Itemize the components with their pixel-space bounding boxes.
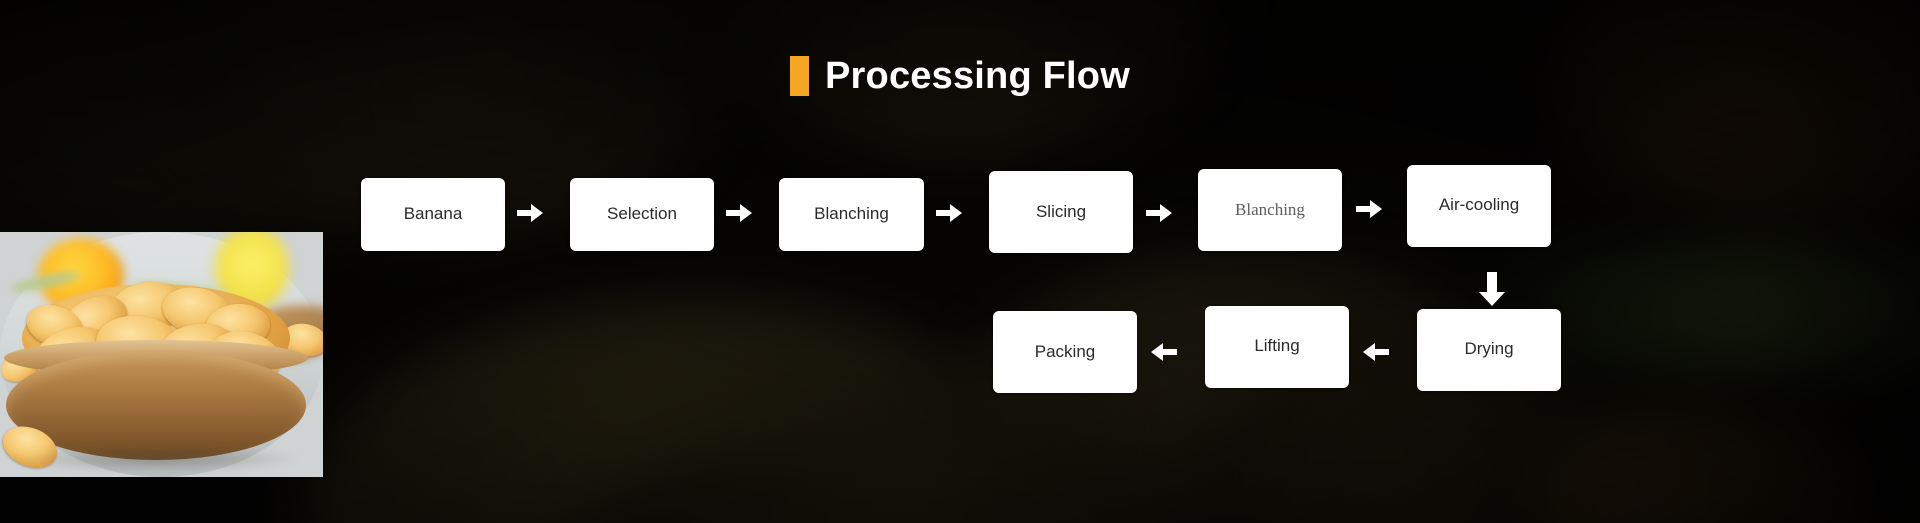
arrow-right-icon (1146, 204, 1172, 222)
flow-step-drying[interactable]: Drying (1417, 308, 1561, 391)
arrow-right-icon (1356, 200, 1382, 218)
flow-step-label: Air-cooling (1438, 195, 1520, 215)
arrow-left-icon (1151, 343, 1177, 361)
flow-step-air-cooling[interactable]: Air-cooling (1407, 164, 1551, 247)
flow-step-label: Blanching (1235, 199, 1305, 219)
arrow-down-icon (1479, 272, 1505, 306)
flow-step-packing[interactable]: Packing (993, 311, 1137, 393)
flow-step-banana[interactable]: Banana (361, 178, 505, 251)
process-flow-row-top: Banana Selection Blanching Slicing Blanc… (361, 164, 1551, 253)
flow-step-slicing[interactable]: Slicing (989, 171, 1133, 253)
photo-bowl-shadow (14, 446, 300, 472)
process-flow-row-bottom: Packing Lifting Drying (993, 305, 1561, 393)
page-title: Processing Flow (825, 55, 1130, 97)
arrow-right-icon (726, 204, 752, 222)
heading-accent-bar (790, 56, 810, 96)
flow-step-label: Lifting (1254, 336, 1300, 356)
flow-step-lifting[interactable]: Lifting (1205, 305, 1349, 388)
arrow-left-icon (1363, 343, 1389, 361)
flow-step-label: Selection (607, 204, 677, 224)
arrow-right-icon (936, 204, 962, 222)
flow-step-label: Packing (1034, 341, 1096, 361)
flow-step-label: Banana (403, 204, 463, 224)
flow-step-label: Blanching (814, 204, 889, 224)
flow-step-label: Drying (1464, 339, 1514, 359)
flow-step-label: Slicing (1035, 201, 1087, 221)
flow-step-selection[interactable]: Selection (570, 178, 714, 251)
flow-step-blanching-2[interactable]: Blanching (1198, 169, 1342, 251)
section-heading: Processing Flow (0, 56, 1920, 96)
product-photo (0, 232, 323, 477)
flow-step-blanching-1[interactable]: Blanching (779, 178, 924, 251)
arrow-right-icon (517, 204, 543, 222)
